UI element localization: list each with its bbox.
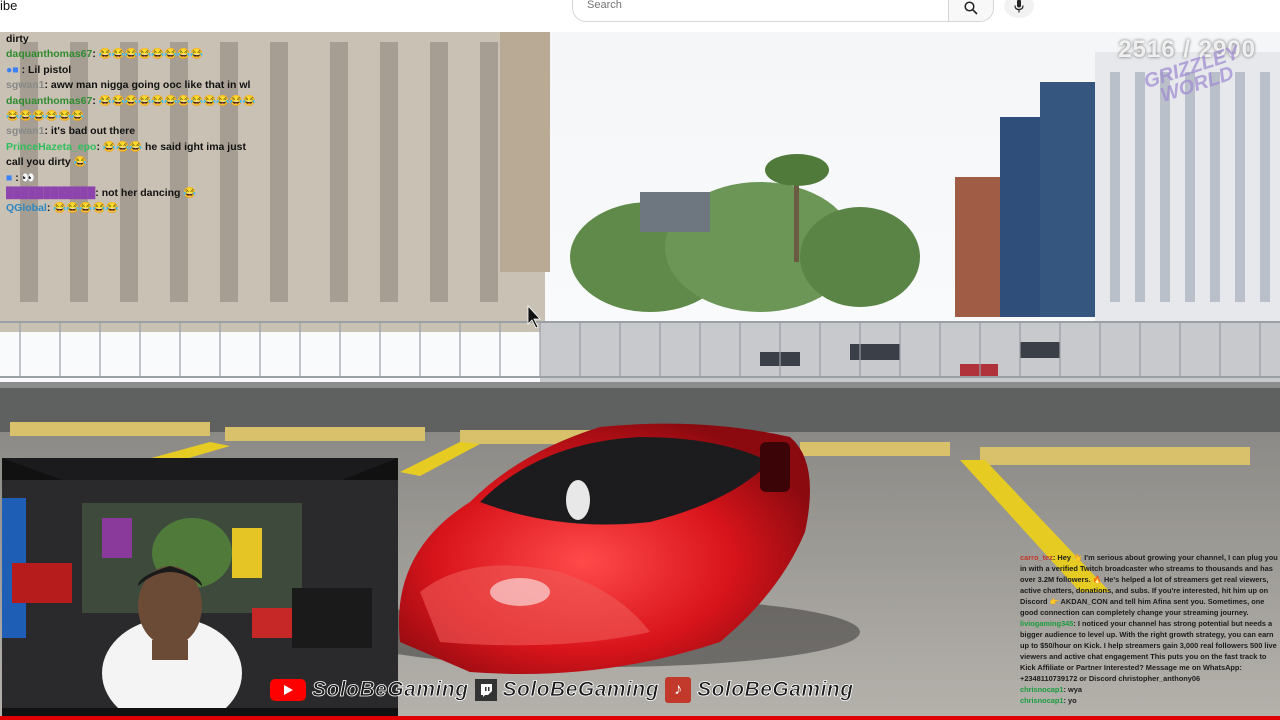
chat-message: PrinceHazeta_epo: 😂😂😂 he said ight ima j…	[6, 140, 246, 169]
chat-message: QGlobal: 😂😂😂😂😂	[6, 202, 119, 215]
search-box[interactable]	[572, 0, 949, 22]
twitch-handle: SoloBeGaming	[502, 678, 660, 702]
chat-message: daquanthomas67: 😂😂😂😂😂😂😂😂	[6, 48, 204, 61]
kick-chat-overlay: carro_tez: Hey 👋 I'm serious about growi…	[1020, 552, 1278, 706]
chat-message: liviogaming345: I noticed your channel h…	[1020, 619, 1277, 683]
stream-chat-overlay: dirty daquanthomas67: 😂😂😂😂😂😂😂😂 ●■ : Lil …	[6, 32, 266, 217]
chat-message: sgwan1: aww man nigga going ooc like tha…	[6, 79, 251, 92]
chat-message: dirty	[6, 33, 29, 45]
chat-message: sgwan1: it's bad out there	[6, 125, 136, 138]
chat-message: chrisnocap1: yo	[1020, 696, 1077, 705]
chat-message: carro_tez: Hey 👋 I'm serious about growi…	[1020, 553, 1278, 617]
chat-message: ●■ : Lil pistol	[6, 63, 72, 76]
youtube-header: ibe	[0, 0, 1280, 32]
video-progress-bar[interactable]	[0, 716, 1280, 720]
mic-icon	[1014, 0, 1024, 13]
chat-message: daquanthomas67: 😂😂😂😂😂😂😂😂😂😂😂😂😂😂😂😂😂😂	[6, 94, 256, 123]
chat-badge-icon: ●■	[6, 63, 19, 76]
chat-badge-icon: ■	[6, 171, 13, 184]
tiktok-icon: ♪	[665, 677, 692, 703]
youtube-icon	[270, 679, 306, 701]
tiktok-handle: SoloBeGaming	[697, 678, 854, 702]
chat-message: ████████████: not her dancing 😂	[6, 187, 197, 200]
chat-message: ■ : 👀	[6, 171, 35, 184]
youtube-handle: SoloBeGaming	[312, 678, 469, 702]
voice-search-button[interactable]	[1004, 0, 1034, 18]
search-input[interactable]	[585, 0, 929, 12]
video-player[interactable]: dirty daquanthomas67: 😂😂😂😂😂😂😂😂 ●■ : Lil …	[0, 32, 1280, 720]
search-icon	[964, 1, 978, 15]
brand-logo-text[interactable]: ibe	[0, 0, 17, 13]
chat-message: chrisnocap1: wya	[1020, 685, 1083, 694]
search-button[interactable]	[948, 0, 994, 22]
twitch-icon	[474, 679, 497, 701]
social-links-bar: SoloBeGaming SoloBeGaming ♪ SoloBeGaming	[270, 677, 854, 703]
